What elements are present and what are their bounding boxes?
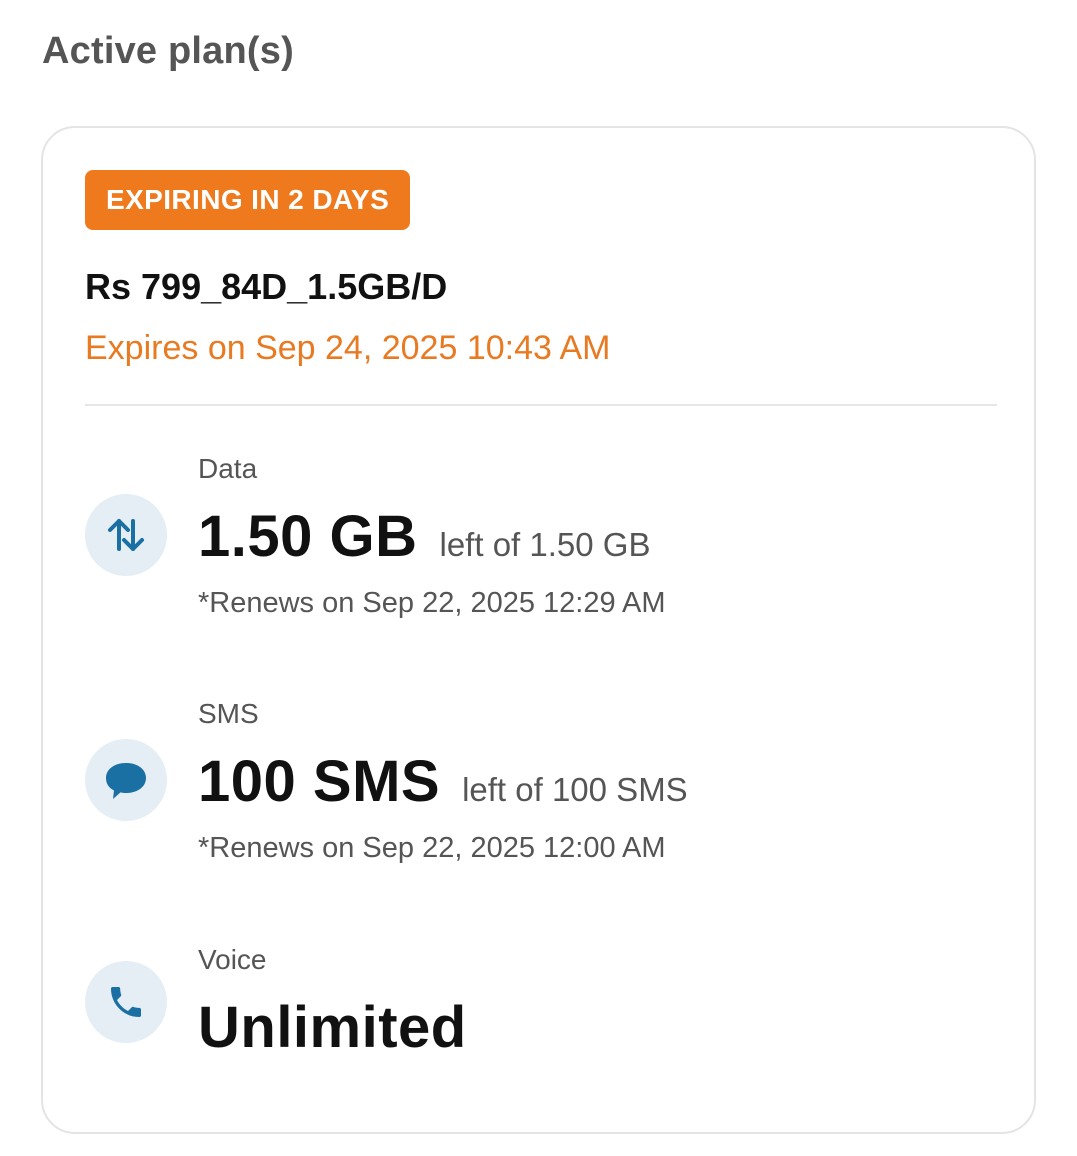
data-remaining: 1.50 GB	[198, 504, 418, 569]
benefit-value-row: Unlimited	[198, 994, 467, 1061]
benefit-voice: Voice Unlimited	[85, 944, 997, 1064]
benefit-label: Voice	[198, 944, 267, 975]
expiry-badge: EXPIRING IN 2 DAYS	[85, 170, 411, 230]
data-total: left of 1.50 GB	[439, 526, 651, 563]
benefit-value-row: 1.50 GB left of 1.50 GB	[198, 503, 650, 570]
benefit-data: Data 1.50 GB left of 1.50 GB *Renews on …	[85, 453, 997, 623]
data-transfer-icon	[85, 494, 167, 576]
sms-remaining: 100 SMS	[198, 749, 441, 814]
divider	[85, 404, 997, 406]
sms-renew-date: *Renews on Sep 22, 2025 12:00 AM	[198, 832, 666, 864]
sms-total: left of 100 SMS	[462, 771, 688, 808]
data-renew-date: *Renews on Sep 22, 2025 12:29 AM	[198, 587, 666, 619]
plan-name: Rs 799_84D_1.5GB/D	[85, 266, 448, 307]
benefit-value-row: 100 SMS left of 100 SMS	[198, 748, 688, 815]
plan-expiry-date: Expires on Sep 24, 2025 10:43 AM	[85, 329, 611, 367]
chat-bubble-icon	[85, 739, 167, 821]
section-title: Active plan(s)	[42, 30, 294, 72]
active-plan-card[interactable]: EXPIRING IN 2 DAYS Rs 799_84D_1.5GB/D Ex…	[41, 126, 1036, 1134]
benefit-sms: SMS 100 SMS left of 100 SMS *Renews on S…	[85, 698, 997, 868]
benefit-label: SMS	[198, 698, 259, 729]
phone-icon	[85, 961, 167, 1043]
voice-value: Unlimited	[198, 995, 467, 1060]
benefit-label: Data	[198, 453, 258, 484]
